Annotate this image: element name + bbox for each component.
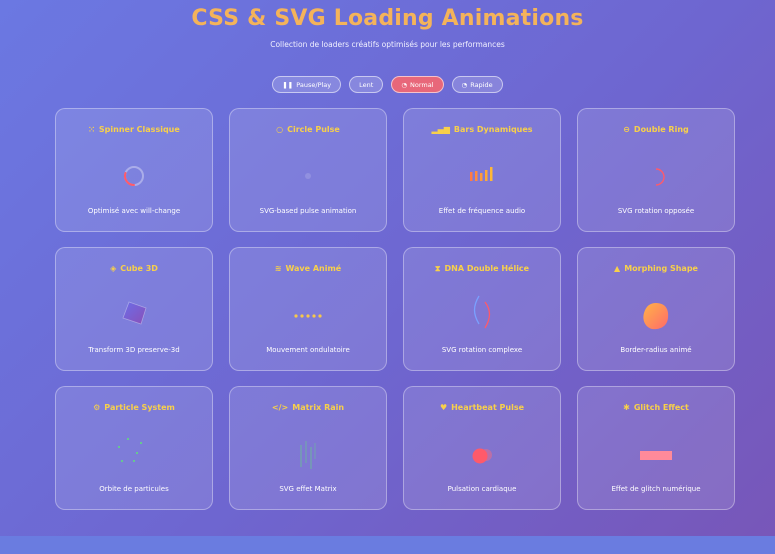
loader-card-glitch[interactable]: ✱ Glitch Effect Effet de glitch numérique (577, 386, 735, 510)
card-description: Border-radius animé (620, 346, 692, 354)
pause-play-label: Pause/Play (296, 80, 332, 89)
card-title: Spinner Classique (98, 125, 180, 134)
heartbeat-animation (404, 439, 560, 473)
cube-icon: ◈ (110, 264, 117, 273)
pause-icon: ❚❚ (282, 80, 294, 89)
bug-icon: ✱ (623, 403, 630, 412)
loader-card-circle-pulse[interactable]: ○ Circle Pulse SVG-based pulse animation (229, 108, 387, 232)
shapes-icon: ▲ (614, 264, 621, 273)
card-description: Optimisé avec will-change (87, 207, 181, 215)
loader-card-cube[interactable]: ◈ Cube 3D Transform 3D preserve-3d (55, 247, 213, 371)
bars-animation (404, 161, 560, 195)
card-description: Mouvement ondulatoire (266, 346, 350, 354)
heart-icon: ♥ (439, 403, 448, 412)
loader-card-dna[interactable]: ⧗ DNA Double Hélice SVG rotation complexe (403, 247, 561, 371)
card-description: Transform 3D preserve-3d (88, 346, 180, 354)
wave-animation (230, 300, 386, 334)
signal-bars-icon: ▂▄▆ (431, 125, 450, 134)
particles-animation (56, 438, 212, 473)
loader-card-bars[interactable]: ▂▄▆ Bars Dynamiques Effet de fréquence au… (403, 108, 561, 232)
cube-animation (56, 300, 212, 334)
card-title: Bars Dynamiques (453, 125, 533, 134)
card-title: DNA Double Hélice (444, 264, 530, 273)
slow-label: Lent (359, 80, 374, 89)
card-title: Glitch Effect (633, 403, 689, 412)
page-subtitle: Collection de loaders créatifs optimisés… (270, 40, 505, 49)
pause-play-button[interactable]: ❚❚ Pause/Play (272, 76, 342, 93)
spinner-animation (56, 161, 212, 195)
loader-card-matrix[interactable]: </> Matrix Rain SVG effet Matrix (229, 386, 387, 510)
card-description: Orbite de particules (99, 485, 169, 493)
card-description: Pulsation cardiaque (447, 485, 517, 493)
card-description: Effet de glitch numérique (611, 485, 701, 493)
card-title: Wave Animé (285, 264, 342, 273)
fast-button[interactable]: ◔ Rapide (451, 76, 503, 93)
loader-card-double-ring[interactable]: ⊖ Double Ring SVG rotation opposée (577, 108, 735, 232)
ring-icon: ⊖ (623, 125, 630, 134)
loader-card-particles[interactable]: ⚙ Particle System Orbite de particules (55, 386, 213, 510)
speed-controls: ❚❚ Pause/Play Lent ◔ Normal ◔ Rapide (0, 76, 775, 93)
spinner-icon: ⁙ (88, 125, 95, 134)
gauge-icon: ◔ (461, 80, 468, 89)
card-title: Particle System (104, 403, 175, 412)
loader-card-heartbeat[interactable]: ♥ Heartbeat Pulse Pulsation cardiaque (403, 386, 561, 510)
loader-card-wave[interactable]: ≋ Wave Animé Mouvement ondulatoire (229, 247, 387, 371)
fast-label: Rapide (470, 80, 493, 89)
card-description: SVG rotation opposée (617, 207, 695, 215)
glitch-animation (578, 439, 734, 473)
card-title: Morphing Shape (624, 264, 698, 273)
page-footer-strip (0, 536, 775, 554)
card-title: Circle Pulse (287, 125, 340, 134)
card-title: Double Ring (633, 125, 689, 134)
card-title: Cube 3D (120, 264, 158, 273)
matrix-animation (230, 439, 386, 473)
circle-icon: ○ (276, 125, 284, 134)
normal-button[interactable]: ◔ Normal (391, 76, 444, 93)
loaders-grid: ⁙ Spinner Classique Optimisé avec will-ch… (55, 108, 735, 510)
hourglass-icon: ⧗ (434, 264, 441, 273)
slow-button[interactable]: Lent (349, 76, 384, 93)
card-description: SVG-based pulse animation (259, 207, 357, 215)
double-ring-animation (578, 161, 734, 195)
normal-label: Normal (410, 80, 434, 89)
code-icon: </> (271, 403, 289, 412)
circle-pulse-animation (230, 161, 386, 195)
morphing-animation (578, 300, 734, 334)
loader-card-spinner[interactable]: ⁙ Spinner Classique Optimisé avec will-ch… (55, 108, 213, 232)
card-title: Matrix Rain (292, 403, 345, 412)
card-title: Heartbeat Pulse (451, 403, 525, 412)
card-description: SVG rotation complexe (441, 346, 523, 354)
loader-card-morphing[interactable]: ▲ Morphing Shape Border-radius animé (577, 247, 735, 371)
wave-icon: ≋ (274, 264, 282, 273)
card-description: Effet de fréquence audio (438, 207, 526, 215)
gauge-icon: ◔ (401, 80, 407, 89)
gear-icon: ⚙ (93, 403, 101, 412)
page-title: CSS & SVG Loading Animations (191, 6, 584, 31)
card-description: SVG effet Matrix (279, 485, 337, 493)
dna-animation (404, 295, 560, 334)
